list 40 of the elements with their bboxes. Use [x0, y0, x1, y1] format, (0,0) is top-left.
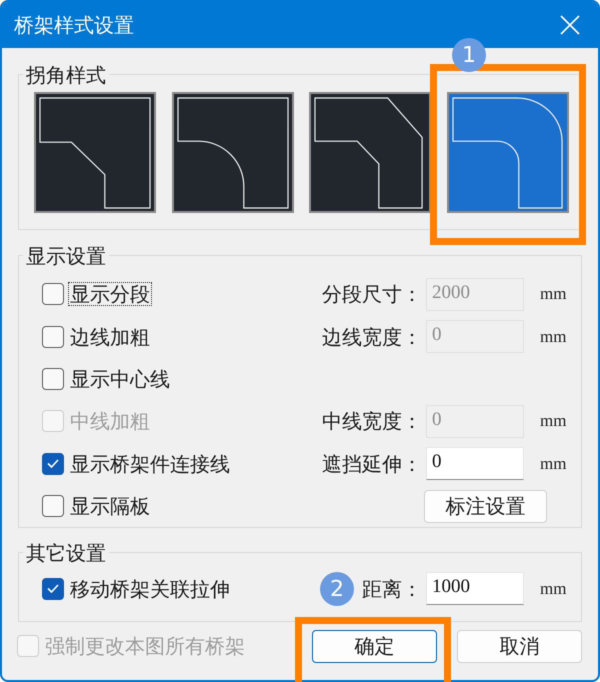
- checkbox[interactable]: [42, 495, 64, 518]
- unit-label: mm: [540, 411, 566, 432]
- checkmark-icon: [47, 459, 59, 468]
- annotation-settings-button[interactable]: 标注设置: [424, 490, 547, 523]
- field-label: 边线宽度：: [322, 324, 422, 349]
- field-label: 遮挡延伸：: [322, 452, 422, 476]
- rounded-corner-icon: [176, 96, 288, 208]
- unit-label: mm: [540, 284, 566, 304]
- group-title: 显示设置: [23, 244, 109, 268]
- dialog-button[interactable]: 确定: [312, 630, 437, 663]
- rounded-corner-icon: [452, 96, 564, 208]
- beveled-corner-icon: [39, 96, 151, 208]
- field-label: 分段尺寸：: [322, 282, 422, 306]
- input-field[interactable]: 1000: [426, 572, 524, 606]
- checkbox[interactable]: [42, 452, 64, 475]
- checkbox-label[interactable]: 显示中心线: [68, 366, 172, 391]
- close-icon: [560, 15, 580, 35]
- unit-label: mm: [540, 326, 566, 347]
- input-field[interactable]: 0: [426, 447, 524, 480]
- checkbox[interactable]: [42, 326, 64, 348]
- corner-style-option[interactable]: [34, 92, 156, 213]
- checkbox-label[interactable]: 显示隔板: [68, 494, 152, 518]
- unit-label: mm: [540, 578, 566, 599]
- field-label: 距离：: [362, 576, 422, 601]
- corner-style-option[interactable]: [172, 92, 294, 213]
- group-title: 其它设置: [23, 541, 109, 566]
- corner-style-option[interactable]: [309, 92, 431, 213]
- checkmark-icon: [47, 584, 59, 594]
- dialog-button[interactable]: 取消: [457, 630, 582, 663]
- checkbox-label[interactable]: 显示分段: [68, 282, 152, 306]
- checkbox-label[interactable]: 移动桥架关联拉伸: [68, 576, 232, 601]
- group-title: 拐角样式: [23, 63, 109, 87]
- field-label: 中线宽度：: [322, 409, 422, 434]
- window-title: 桥架样式设置: [14, 13, 134, 37]
- checkbox-label[interactable]: 显示桥架件连接线: [68, 452, 232, 476]
- checkbox[interactable]: [42, 283, 64, 306]
- checkbox[interactable]: [42, 368, 64, 390]
- checkbox-label[interactable]: 边线加粗: [68, 324, 152, 349]
- checkbox[interactable]: [42, 578, 64, 600]
- unit-label: mm: [540, 454, 566, 474]
